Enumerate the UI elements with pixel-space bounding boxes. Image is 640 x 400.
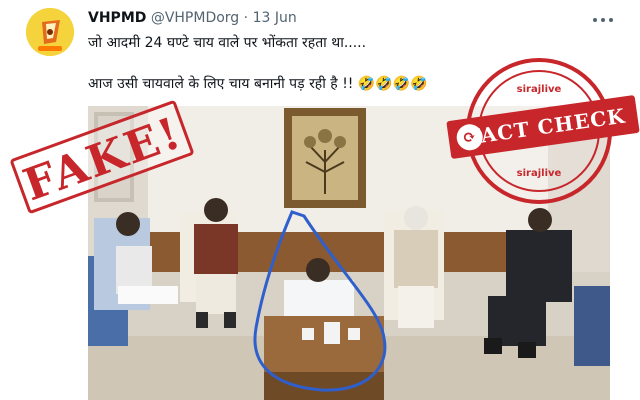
avatar[interactable] — [26, 8, 74, 56]
more-icon[interactable] — [591, 9, 615, 28]
display-name[interactable]: VHPMD — [88, 10, 146, 26]
handle[interactable]: @VHPMDorg — [151, 10, 239, 26]
fact-check-stamp-bottom-text: sirajlive — [516, 168, 562, 179]
tweet-card[interactable]: VHPMD @VHPMDorg · 13 Jun जो आदमी 24 घण्ट… — [0, 0, 640, 400]
separator: · — [243, 10, 249, 26]
fact-check-stamp-top-text: sirajlive — [516, 84, 562, 95]
tweet-text-line-2: आज उसी चायवाले के लिए चाय बनानी पड़ रही … — [88, 76, 428, 92]
timestamp[interactable]: 13 Jun — [253, 10, 297, 26]
tweet-header: VHPMD @VHPMDorg · 13 Jun — [88, 10, 297, 26]
avatar-icon — [26, 8, 74, 56]
tweet-text-line-1: जो आदमी 24 घण्टे चाय वाले पर भोंकता रहता… — [88, 35, 367, 51]
